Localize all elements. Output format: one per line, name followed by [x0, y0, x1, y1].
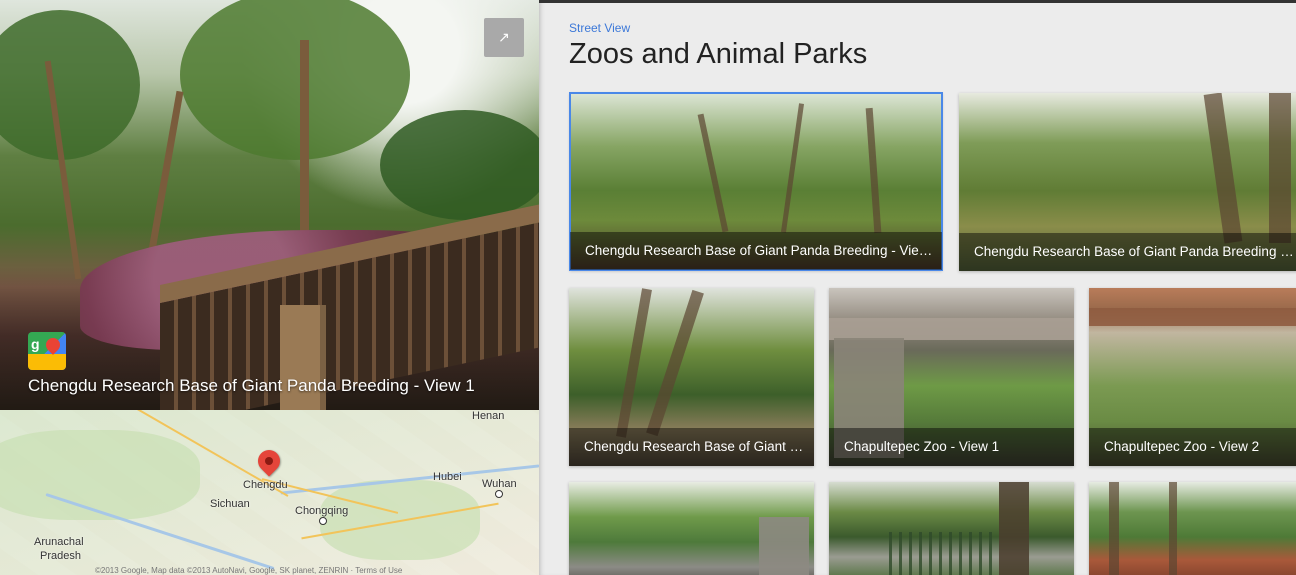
expand-button[interactable]: ↗	[484, 18, 524, 57]
map-city-dot	[495, 490, 503, 498]
preview-title: Chengdu Research Base of Giant Panda Bre…	[28, 376, 475, 395]
map-label-henan: Henan	[472, 410, 505, 422]
map-copyright: ©2013 Google, Map data ©2013 AutoNavi, G…	[95, 566, 403, 575]
gallery-item-caption: Chengdu Research Base of Giant Panda Bre…	[570, 232, 942, 270]
map-label-pradesh: Pradesh	[40, 550, 81, 562]
gallery-item[interactable]: Chengdu Research Base of Giant Panda Bre…	[959, 93, 1296, 271]
street-view-preview-image[interactable]	[0, 0, 539, 410]
map-city-dot	[319, 517, 327, 525]
gallery-item-caption: Chapultepec Zoo - View 1	[829, 428, 1074, 466]
page-title: Zoos and Animal Parks	[569, 38, 868, 70]
gallery-item-caption: Chapultepec Zoo - View 2	[1089, 428, 1296, 466]
preview-panel: ↗ g Chengdu Research Base of Giant Panda…	[0, 0, 539, 575]
map-label-wuhan: Wuhan	[482, 478, 517, 490]
google-maps-icon: g	[28, 332, 66, 370]
gallery-item[interactable]	[569, 482, 814, 575]
gallery-item-caption: Chengdu Research Base of Giant Panda Bre…	[569, 428, 814, 466]
map-marker-center	[265, 457, 273, 465]
breadcrumb[interactable]: Street View	[569, 21, 630, 35]
map-label-chengdu: Chengdu	[243, 479, 288, 491]
map-label-arunachal: Arunachal	[34, 536, 84, 548]
gallery-item[interactable]	[1089, 482, 1296, 575]
gallery-item-caption: Chengdu Research Base of Giant Panda Bre…	[959, 233, 1296, 271]
map-label-sichuan: Sichuan	[210, 498, 250, 510]
gallery-item[interactable]: Chapultepec Zoo - View 1	[829, 288, 1074, 466]
tree-foliage	[380, 110, 539, 220]
gallery-panel: Street View Zoos and Animal Parks Chengd…	[539, 0, 1296, 575]
expand-arrow-icon: ↗	[498, 29, 510, 45]
map-terrain	[0, 430, 200, 520]
tree-foliage	[180, 0, 410, 160]
map-label-hubei: Hubei	[433, 471, 462, 483]
location-map[interactable]: Henan Hubei Wuhan Chengdu Sichuan Chongq…	[0, 410, 539, 575]
gallery-item[interactable]: Chengdu Research Base of Giant Panda Bre…	[569, 92, 943, 271]
gallery-item[interactable]: Chapultepec Zoo - View 2	[1089, 288, 1296, 466]
map-label-chongqing: Chongqing	[295, 505, 349, 517]
tree-foliage	[0, 10, 140, 160]
gallery-item[interactable]: Chengdu Research Base of Giant Panda Bre…	[569, 288, 814, 466]
gallery-item[interactable]	[829, 482, 1074, 575]
top-border	[539, 0, 1296, 3]
